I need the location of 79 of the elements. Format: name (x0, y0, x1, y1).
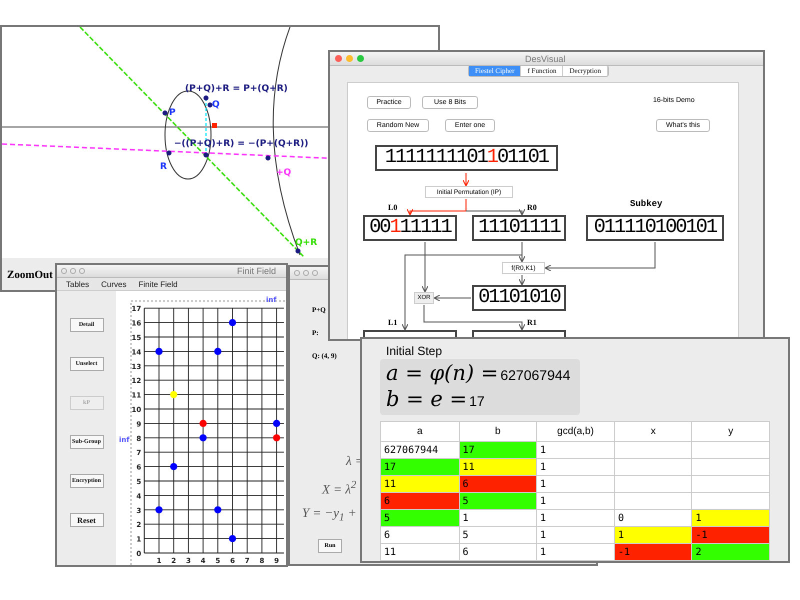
table-cell: 1 (536, 526, 615, 544)
table-cell: 5 (380, 510, 460, 526)
curve-point (204, 96, 208, 100)
window-title: Finit Field (237, 266, 276, 276)
section-title: Initial Step (386, 344, 442, 358)
table-cell: 1 (536, 476, 615, 492)
table-cell: 17 (380, 458, 460, 476)
register-label: R1 (527, 318, 537, 327)
table-cell: 1 (536, 492, 615, 510)
field-point[interactable] (228, 535, 236, 542)
column-header: y (692, 422, 770, 442)
column-header: a (380, 422, 460, 442)
table-cell: 6 (380, 492, 460, 510)
table-cell: 2 (692, 544, 770, 560)
formula-value: 17 (469, 393, 485, 409)
math-formula: a = φ(n) = (386, 361, 498, 385)
field-point[interactable] (155, 348, 163, 355)
point-label: P (169, 108, 176, 118)
panel-button[interactable]: Reset (70, 513, 104, 527)
field-point[interactable] (155, 506, 163, 514)
field-point[interactable] (170, 463, 178, 470)
table-cell: 1 (459, 510, 537, 526)
menu-item[interactable]: Tables (66, 280, 90, 288)
table-cell: 1 (536, 458, 615, 476)
table-cell: 6 (459, 544, 537, 560)
formula-text: X = λ$^{2}$ (322, 479, 358, 498)
curve-point (166, 150, 172, 156)
window-title: DesVisual (525, 54, 566, 64)
curve-point (208, 102, 212, 108)
formula-text: Y = −y$_{1}$ + (302, 505, 358, 526)
table-cell: -1 (614, 544, 692, 560)
field-point[interactable] (200, 434, 207, 442)
table-cell: -1 (692, 526, 770, 544)
window-controls-icon[interactable] (335, 55, 364, 62)
field-point[interactable] (214, 506, 222, 514)
bit-display: 00111111 (363, 215, 457, 241)
curve-point (212, 123, 217, 128)
table-cell: 1 (614, 526, 692, 544)
register-label: L0 (388, 203, 398, 212)
formula-value: 627067944 (500, 367, 570, 383)
point-label: Q+R (295, 238, 318, 248)
table-cell: 1 (536, 442, 615, 458)
connector-arrow (462, 172, 470, 186)
field-point[interactable] (273, 420, 280, 427)
bit-display: 11101111 (472, 215, 566, 241)
field-point[interactable] (273, 434, 280, 442)
menu-item[interactable]: Finite Field (138, 280, 178, 288)
table-cell: 5 (459, 492, 537, 510)
field-point[interactable] (214, 348, 222, 355)
point-label: Q (212, 100, 220, 110)
table-cell: 1 (692, 510, 770, 526)
column-header: x (614, 422, 692, 442)
zoom-out-button[interactable]: ZoomOut (7, 269, 53, 281)
field-point[interactable] (200, 420, 207, 427)
field-point[interactable] (228, 319, 236, 326)
bit-display: 011110100101 (586, 215, 724, 241)
table-cell: 6 (459, 476, 537, 492)
register-label: L1 (388, 318, 398, 327)
menu-item[interactable]: Curves (101, 280, 126, 288)
curve-point (266, 156, 270, 160)
table-cell: 11 (459, 458, 537, 476)
curve-point (296, 248, 300, 254)
register-label: R0 (527, 203, 537, 212)
table-cell: 11 (380, 544, 460, 560)
math-formula: b = e = (386, 387, 468, 411)
table-cell: 1 (536, 510, 615, 526)
register-label: Subkey (630, 199, 662, 209)
table-cell: 5 (459, 526, 537, 544)
table-cell: 6 (380, 526, 460, 544)
curve-point (204, 152, 208, 158)
table-cell: 11 (380, 476, 460, 492)
column-header: gcd(a,b) (536, 422, 615, 442)
point-label: R (160, 162, 167, 172)
table-cell: 17 (459, 442, 537, 458)
bit-display: 1111111101101101 (375, 145, 558, 171)
curve-point (162, 110, 168, 116)
bit-display: 01101010 (472, 285, 566, 311)
field-point[interactable] (170, 391, 178, 398)
table-cell: 1 (536, 544, 615, 560)
